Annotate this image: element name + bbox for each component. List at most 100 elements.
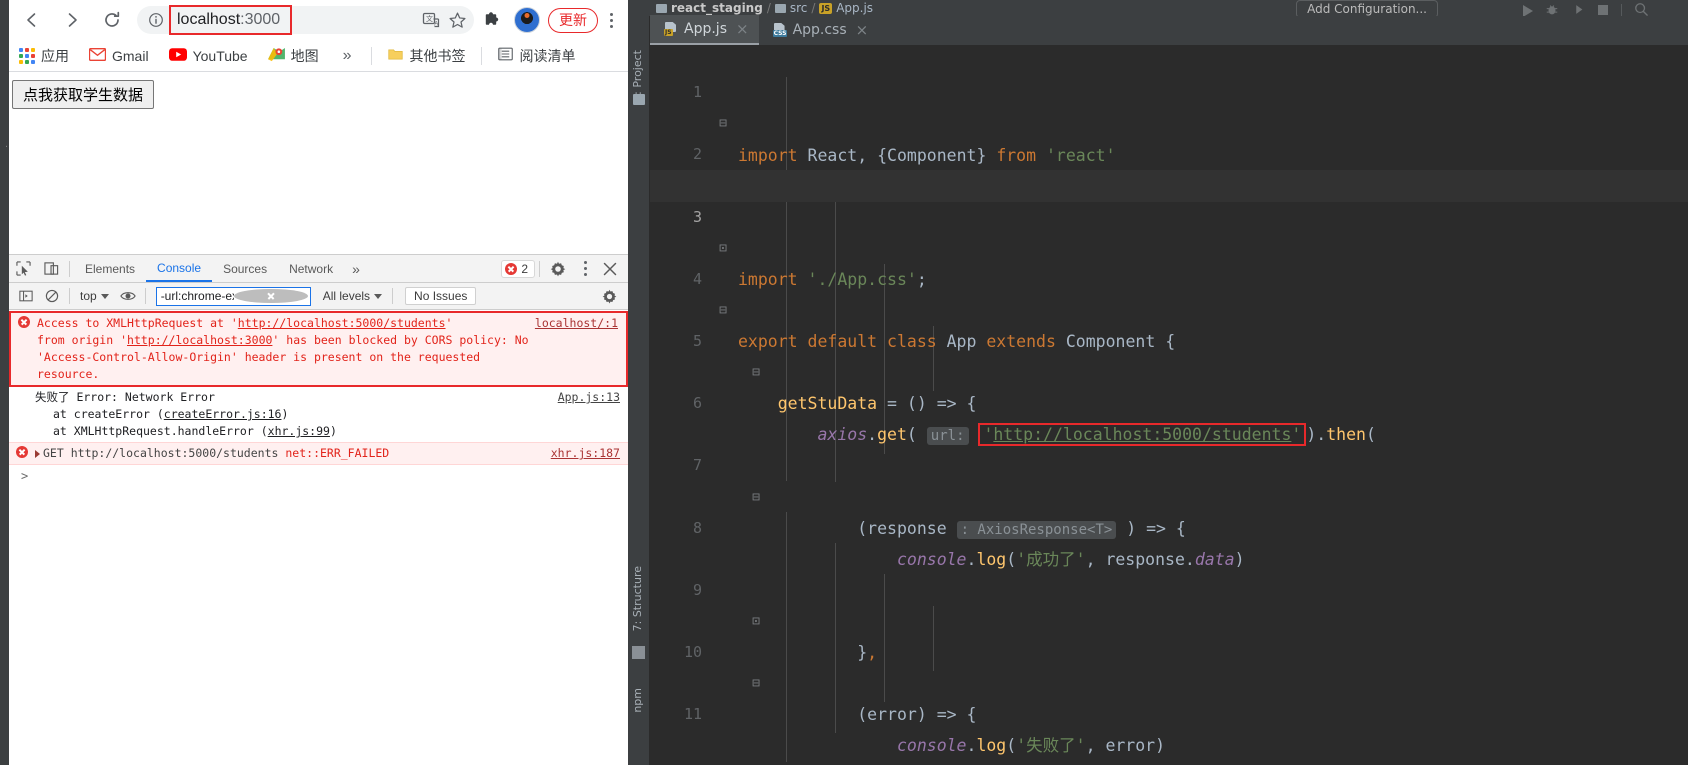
filter-divider-2 [144,288,146,304]
stack-frame-1: at createError (createError.js:16) [35,406,620,423]
close-icon[interactable] [596,256,624,282]
filter-divider-3 [392,288,394,304]
console-message-log-error[interactable]: App.js:13 失败了 Error: Network Error at cr… [9,387,628,442]
code-text: }, [857,643,878,663]
tool-window-npm[interactable]: npm [631,688,644,713]
line-number: 2 [692,145,702,164]
console-filter-input[interactable]: -url:chrome-extensio [155,286,311,306]
issues-button[interactable]: No Issues [405,287,477,305]
tab-sources[interactable]: Sources [212,255,278,282]
origin-url-link[interactable]: http://localhost:3000 [127,333,272,347]
left-strip-text: . [0,145,9,148]
editor-tab-appjs[interactable]: JS App.js × [650,15,759,45]
line-number: 3 [692,207,702,226]
source-link-appjs[interactable]: App.js:13 [558,389,620,406]
request-url[interactable]: http://localhost:5000/students [71,446,279,460]
console-message-cors-error[interactable]: localhost/:1 Access to XMLHttpRequest at… [9,311,628,387]
tabs-overflow-icon[interactable]: » [344,261,368,277]
inspect-element-icon[interactable] [9,256,37,282]
console-prompt[interactable]: > [9,465,628,485]
clear-console-icon[interactable] [39,284,65,308]
source-link[interactable]: localhost/:1 [535,315,618,332]
extensions-icon[interactable] [478,5,508,35]
execution-context-select[interactable]: top [74,289,115,303]
breadcrumb-project[interactable]: react_staging [671,1,763,15]
run-icon[interactable] [1523,4,1533,17]
reload-icon[interactable] [95,3,129,37]
svg-text:文: 文 [426,14,433,23]
bookmark-label: 地图 [290,47,319,64]
clear-filter-icon[interactable] [234,289,308,303]
expand-triangle-icon[interactable] [35,449,40,458]
code-text: getStuData = () => { [777,394,977,414]
log-level-value: All levels [322,289,371,303]
line-number: 5 [692,331,702,350]
tool-window-structure[interactable]: 7: Structure [631,566,644,631]
http-method: GET [43,446,64,460]
stack-frame-1-text: at createError ( [53,407,164,421]
reading-list-icon [498,47,514,64]
error-count: 2 [521,261,528,276]
console-message-network-error[interactable]: xhr.js:187 GET http://localhost:5000/stu… [9,442,628,465]
get-student-data-button[interactable]: 点我获取学生数据 [12,80,155,109]
profile-avatar[interactable] [514,7,540,33]
bookmark-other[interactable]: 其他书签 [378,43,475,69]
code-editor[interactable]: 1 ⊟ import React, {Component} from 'reac… [650,46,1688,765]
request-url-link[interactable]: http://localhost:5000/students [238,316,446,330]
omnibox[interactable]: localhost:3000 文 A [137,5,474,35]
update-button[interactable]: 更新 [548,7,598,33]
editor-tab-label-2: App.css [792,22,847,38]
structure-icon-rail[interactable] [632,646,645,659]
bookmark-star-icon[interactable] [444,6,470,34]
error-count-badge[interactable]: 2 [501,259,535,278]
breadcrumb-src[interactable]: src [790,1,808,15]
tab-network[interactable]: Network [278,255,344,282]
console-settings-gear-icon[interactable] [596,284,622,308]
bookmark-maps[interactable]: 地图 [258,43,329,69]
bookmark-youtube[interactable]: YouTube [159,43,258,69]
bookmark-gmail[interactable]: Gmail [79,43,159,69]
inlay-hint-axios-response: : AxiosResponse<T> [956,520,1117,539]
chrome-toolbar: localhost:3000 文 A 更新 [9,0,628,40]
forward-icon[interactable] [55,3,89,37]
tab-elements[interactable]: Elements [74,255,146,282]
close-icon-tab-appjs[interactable]: × [736,20,749,38]
devtools-divider-2 [539,260,540,277]
device-toolbar-icon[interactable] [37,256,65,282]
code-text: export default class App extends Compone… [738,332,1176,352]
back-icon[interactable] [15,3,49,37]
editor-tab-appcss[interactable]: CSS App.css × [759,15,879,45]
translate-icon[interactable]: 文 A [418,6,444,34]
site-info-icon[interactable] [145,9,167,31]
close-icon-tab-appcss[interactable]: × [856,21,869,39]
tab-console[interactable]: Console [146,255,213,282]
console-sidebar-icon[interactable] [13,284,39,308]
bookmark-reading-list[interactable]: 阅读清单 [488,43,585,69]
source-link-xhr[interactable]: xhr.js:187 [551,445,620,462]
line-number: 12 [650,761,702,765]
stack-frame-1-link[interactable]: createError.js:16 [164,407,282,421]
code-text: import React, {Component} from 'react' [738,145,1116,165]
network-error-line: GET http://localhost:5000/students net::… [35,445,620,462]
code-line-2: 2 import axios from "axios"; [650,108,1688,195]
log-first-line: 失败了 Error: Network Error [35,389,620,406]
folder-icon-rail[interactable] [633,94,645,105]
log-level-select[interactable]: All levels [317,289,388,303]
bookmark-apps[interactable]: 应用 [9,43,79,69]
code-line-7: 7 ⊟ (response : AxiosResponse<T> ) => { [650,419,1688,539]
chrome-menu-icon[interactable] [600,12,622,28]
devtools-menu-icon[interactable] [574,261,596,276]
console-filter-value: -url:chrome-extensio [160,289,235,303]
breadcrumb-file[interactable]: App.js [836,1,873,15]
line-number: 9 [692,580,702,599]
stack-frame-2-link[interactable]: xhr.js:99 [268,424,330,438]
bookmarks-overflow[interactable]: » [329,43,366,69]
log-prefix: 失败了 [35,390,70,404]
omnibox-actions: 文 A [418,6,474,34]
line-number: 7 [692,456,702,475]
bookmark-label: YouTube [192,47,248,64]
code-line-5: 5 ⊟ getStuData = () => { [650,295,1688,413]
url-input[interactable]: localhost:3000 [169,5,293,35]
gear-icon[interactable] [544,256,572,282]
live-expression-icon[interactable] [115,284,141,308]
